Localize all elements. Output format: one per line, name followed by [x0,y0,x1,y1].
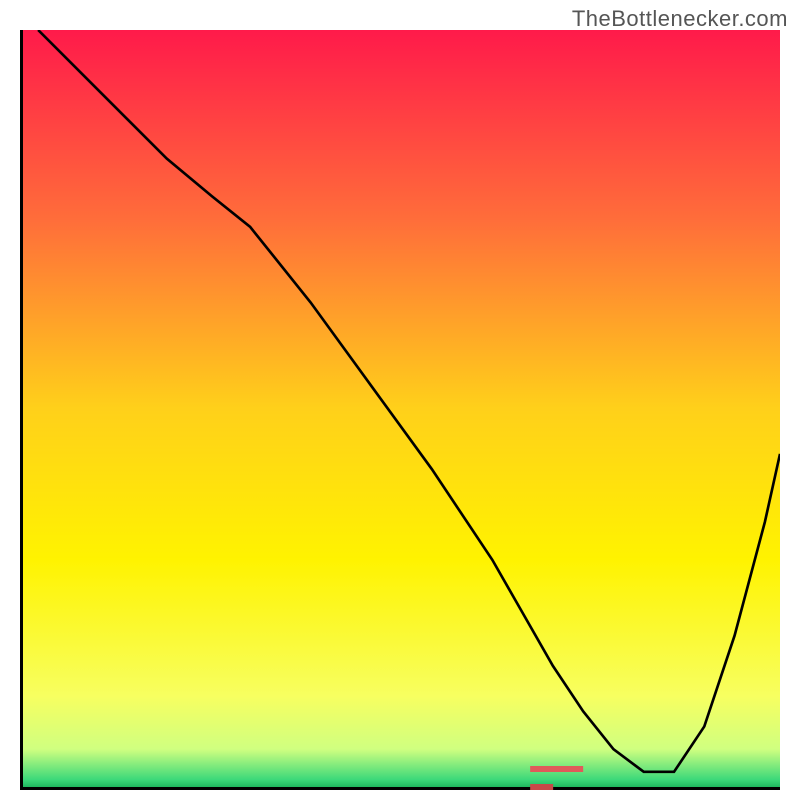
chart-plot-area [20,30,780,790]
optimal-marker-left [530,766,583,772]
optimal-marker [530,766,606,772]
optimal-marker-right [530,784,553,790]
watermark-text: TheBottlenecker.com [572,6,788,32]
bottleneck-curve [38,30,780,772]
chart-line-layer [23,30,780,787]
plot-inner [23,30,780,787]
